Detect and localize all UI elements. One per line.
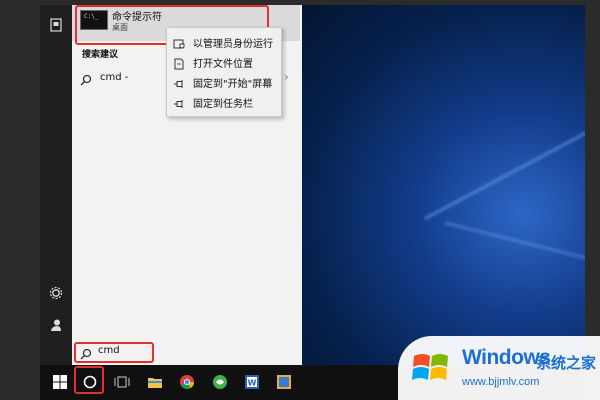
watermark-url: www.bjjmlv.com xyxy=(462,376,540,388)
screen-frame-left xyxy=(0,0,40,400)
context-menu: 以管理员身份运行 打开文件位置 固定到"开始"屏幕 固定到任务栏 xyxy=(166,27,282,117)
documents-icon[interactable] xyxy=(46,15,66,35)
windows-logo-icon[interactable] xyxy=(46,368,74,396)
file-icon xyxy=(173,55,185,70)
highlight-cortana-button xyxy=(74,366,104,394)
shield-icon xyxy=(173,35,185,49)
wallpaper-light-beam xyxy=(423,113,585,221)
user-account-icon[interactable] xyxy=(46,315,66,335)
pin-icon xyxy=(173,75,185,88)
start-rail xyxy=(40,5,72,365)
ctx-label: 以管理员身份运行 xyxy=(193,39,273,50)
task-view-icon[interactable] xyxy=(108,368,136,396)
pin-icon xyxy=(173,95,185,108)
ctx-label: 固定到"开始"屏幕 xyxy=(193,79,273,90)
settings-gear-icon[interactable] xyxy=(46,283,66,303)
desktop-wallpaper xyxy=(302,5,585,365)
highlight-search-box xyxy=(74,342,154,363)
watermark-brand-cn: 系统之家 xyxy=(536,354,597,372)
site-watermark: Windows 系统之家 www.bjjmlv.com xyxy=(398,336,600,400)
chrome-icon[interactable] xyxy=(173,368,201,396)
wallpaper-light-beam xyxy=(444,220,585,274)
search-icon xyxy=(80,71,92,90)
search-suggestions-heading: 搜索建议 xyxy=(82,50,119,60)
ctx-pin-to-taskbar[interactable]: 固定到任务栏 xyxy=(167,91,281,111)
svg-text:W: W xyxy=(248,379,257,388)
ctx-label: 固定到任务栏 xyxy=(193,99,253,110)
ctx-run-as-admin[interactable]: 以管理员身份运行 xyxy=(167,31,281,51)
green-app-icon[interactable] xyxy=(206,368,234,396)
windows-flag-logo-icon xyxy=(410,346,454,394)
file-explorer-icon[interactable] xyxy=(141,368,169,396)
chevron-right-icon[interactable]: › xyxy=(284,70,289,84)
suggestion-text: cmd - xyxy=(100,72,129,83)
ctx-label: 打开文件位置 xyxy=(193,59,253,70)
ctx-pin-to-start[interactable]: 固定到"开始"屏幕 xyxy=(167,71,281,91)
blue-app-icon[interactable] xyxy=(270,368,298,396)
ctx-open-file-location[interactable]: 打开文件位置 xyxy=(167,51,281,71)
word-icon[interactable]: W xyxy=(238,368,266,396)
start-menu: C:\_ 命令提示符 桌面 搜索建议 cmd - › 以管理员身份运行 打开文件… xyxy=(40,5,302,365)
